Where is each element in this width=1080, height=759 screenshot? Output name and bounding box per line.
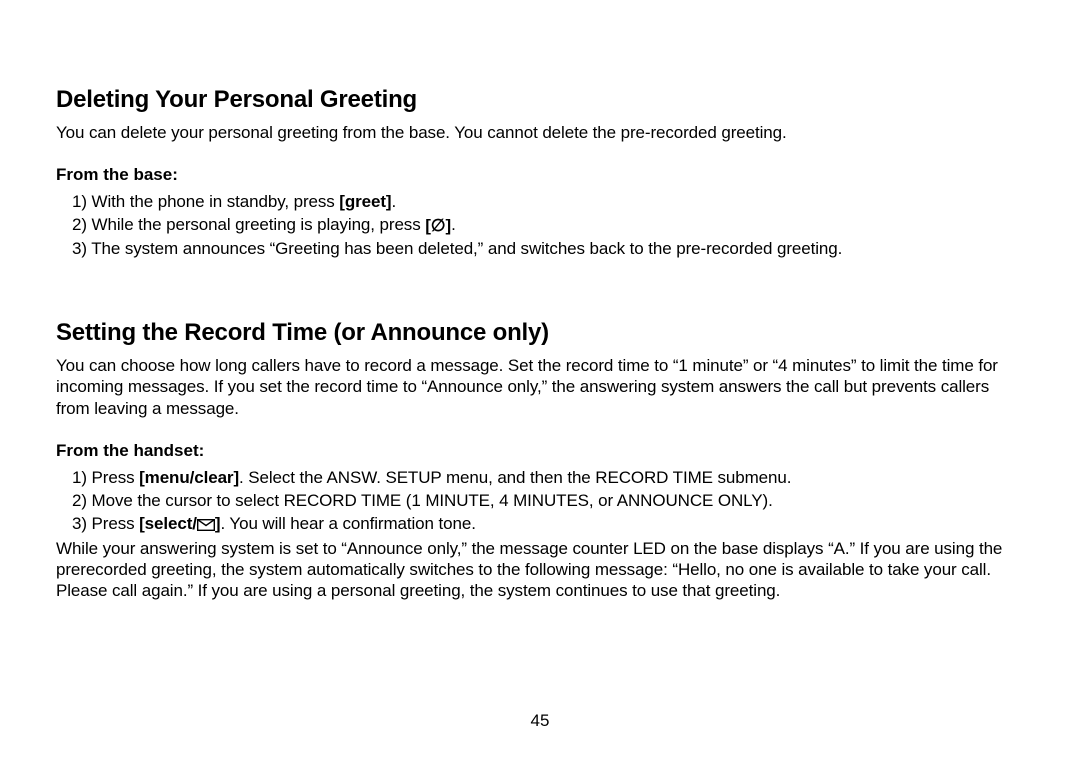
footnote-text: While your answering system is set to “A… <box>56 538 1024 602</box>
step-list-base: 1) With the phone in standby, press [gre… <box>56 191 1024 261</box>
step-text: . <box>392 192 397 211</box>
step-text: . <box>451 215 456 234</box>
heading-delete-greeting: Deleting Your Personal Greeting <box>56 86 1024 114</box>
step-list-handset: 1) Press [menu/clear]. Select the ANSW. … <box>56 467 1024 536</box>
step-2: 2) Move the cursor to select RECORD TIME… <box>72 490 1024 513</box>
step-3: 3) Press [select/]. You will hear a conf… <box>72 513 1024 536</box>
page-number: 45 <box>0 711 1080 731</box>
step-bold: [select/] <box>139 514 220 533</box>
delete-icon: [∅] <box>425 215 451 238</box>
step-text: . You will hear a confirmation tone. <box>220 514 475 533</box>
section-record-time: Setting the Record Time (or Announce onl… <box>56 319 1024 601</box>
intro-text: You can choose how long callers have to … <box>56 355 1024 419</box>
step-bold: [greet] <box>339 192 391 211</box>
step-text: 1) With the phone in standby, press <box>72 192 339 211</box>
step-bold: [menu/clear] <box>139 468 239 487</box>
step-1: 1) With the phone in standby, press [gre… <box>72 191 1024 214</box>
section-deleting-greeting: Deleting Your Personal Greeting You can … <box>56 86 1024 261</box>
step-text: 3) Press <box>72 514 139 533</box>
step-1: 1) Press [menu/clear]. Select the ANSW. … <box>72 467 1024 490</box>
envelope-icon <box>197 519 215 531</box>
subheading-from-handset: From the handset: <box>56 441 1024 461</box>
subheading-from-base: From the base: <box>56 165 1024 185</box>
step-2: 2) While the personal greeting is playin… <box>72 214 1024 238</box>
step-3: 3) The system announces “Greeting has be… <box>72 238 1024 261</box>
step-text: . Select the ANSW. SETUP menu, and then … <box>239 468 791 487</box>
step-text: 1) Press <box>72 468 139 487</box>
intro-text: You can delete your personal greeting fr… <box>56 122 1024 143</box>
heading-record-time: Setting the Record Time (or Announce onl… <box>56 319 1024 347</box>
step-text: 2) While the personal greeting is playin… <box>72 215 425 234</box>
